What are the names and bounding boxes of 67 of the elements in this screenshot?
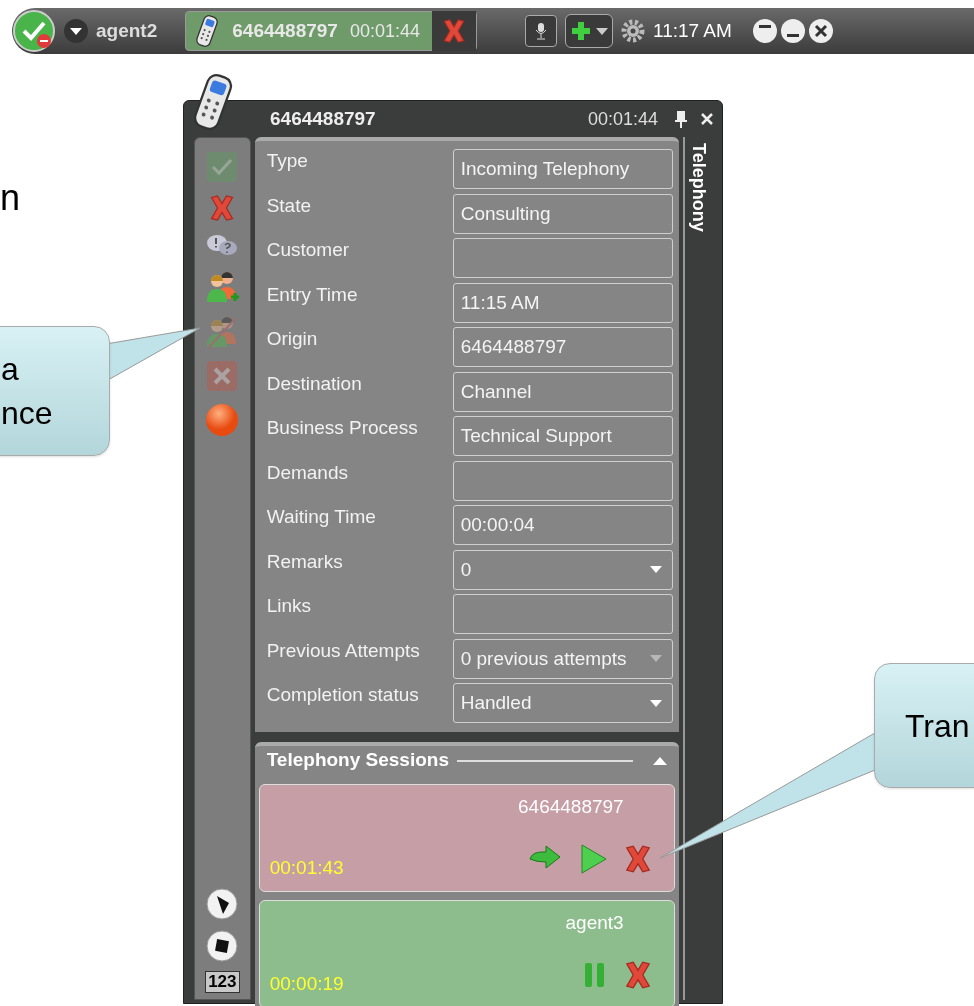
field-label: Links: [266, 594, 313, 618]
status-available-icon[interactable]: [12, 9, 56, 53]
close-icon[interactable]: [807, 18, 834, 44]
field-label: Previous Attempts: [266, 638, 421, 663]
panel-title: 6464488797: [270, 106, 376, 131]
hang-up-button[interactable]: [432, 11, 476, 51]
microphone-button[interactable]: [525, 15, 557, 47]
call-duration: 00:01:44: [349, 19, 420, 43]
add-button[interactable]: [565, 14, 613, 48]
field-label: Business Process: [266, 416, 419, 440]
field-label: Origin: [266, 327, 319, 351]
session-card[interactable]: 6464488797 00:01:43: [258, 783, 675, 892]
field-label: State: [266, 193, 313, 218]
status-menu-button[interactable]: [64, 19, 88, 43]
field-label: Completion status: [266, 683, 420, 707]
caret-icon: [70, 27, 82, 35]
text-field[interactable]: [452, 460, 673, 501]
text-field[interactable]: [452, 238, 673, 279]
text-field[interactable]: 11:15 AM: [452, 282, 673, 323]
panel-duration: 00:01:44: [587, 107, 658, 131]
callout: Tran: [874, 663, 974, 788]
session-timer: 00:01:43: [269, 856, 344, 880]
field-label: Entry Time: [266, 282, 359, 307]
text-field[interactable]: [452, 594, 673, 635]
field-label: Remarks: [266, 549, 344, 574]
cursor-dial-icon[interactable]: [205, 887, 240, 921]
session-name: 6464488797: [518, 794, 624, 819]
session-timer: 00:00:19: [269, 972, 344, 996]
microphone-icon: [534, 22, 548, 40]
dropdown-caret-icon: [649, 699, 662, 707]
session-name: agent3: [565, 910, 624, 935]
stop-dial-icon[interactable]: [205, 929, 240, 963]
caret-icon: [596, 27, 608, 35]
text-field[interactable]: 6464488797: [452, 327, 673, 368]
text-field[interactable]: Channel: [452, 371, 673, 412]
agent-name: agent2: [96, 18, 158, 43]
text-field[interactable]: Incoming Telephony: [452, 149, 673, 190]
active-call-tab[interactable]: 6464488797 00:01:44: [185, 11, 477, 51]
slide-text: n: [0, 180, 21, 216]
clock-time: 11:17 AM: [653, 18, 732, 43]
window-restore-icon[interactable]: [751, 18, 778, 44]
field-label: Type: [266, 149, 309, 173]
field-label: Destination: [266, 371, 363, 396]
dropdown-field[interactable]: 0: [452, 549, 673, 590]
sessions-title: Telephony Sessions: [266, 748, 449, 773]
field-label: Waiting Time: [266, 505, 377, 529]
dropdown-field[interactable]: Handled: [452, 683, 673, 724]
field-label: Customer: [266, 238, 351, 262]
add-people-icon[interactable]: [204, 269, 241, 305]
record-icon[interactable]: [204, 402, 241, 438]
close-icon[interactable]: [700, 112, 714, 126]
text-field[interactable]: Consulting: [452, 193, 673, 234]
pin-icon[interactable]: [674, 110, 688, 128]
call-number: 6464488797: [232, 18, 338, 43]
dropdown-field[interactable]: 0 previous attempts: [452, 638, 673, 679]
keypad-button[interactable]: 123: [205, 971, 240, 993]
callout: a nce: [0, 326, 110, 456]
settings-icon[interactable]: [621, 19, 645, 43]
session-card[interactable]: agent3 00:00:19: [258, 899, 675, 1006]
text-field[interactable]: Technical Support: [452, 416, 673, 457]
collapse-caret-icon[interactable]: [652, 756, 667, 765]
text-field[interactable]: 00:00:04: [452, 505, 673, 546]
dropdown-caret-icon: [649, 566, 662, 574]
field-label: Demands: [266, 460, 349, 485]
plus-icon: [570, 20, 592, 42]
minimize-icon[interactable]: [779, 18, 806, 44]
dropdown-caret-icon: [649, 655, 662, 663]
